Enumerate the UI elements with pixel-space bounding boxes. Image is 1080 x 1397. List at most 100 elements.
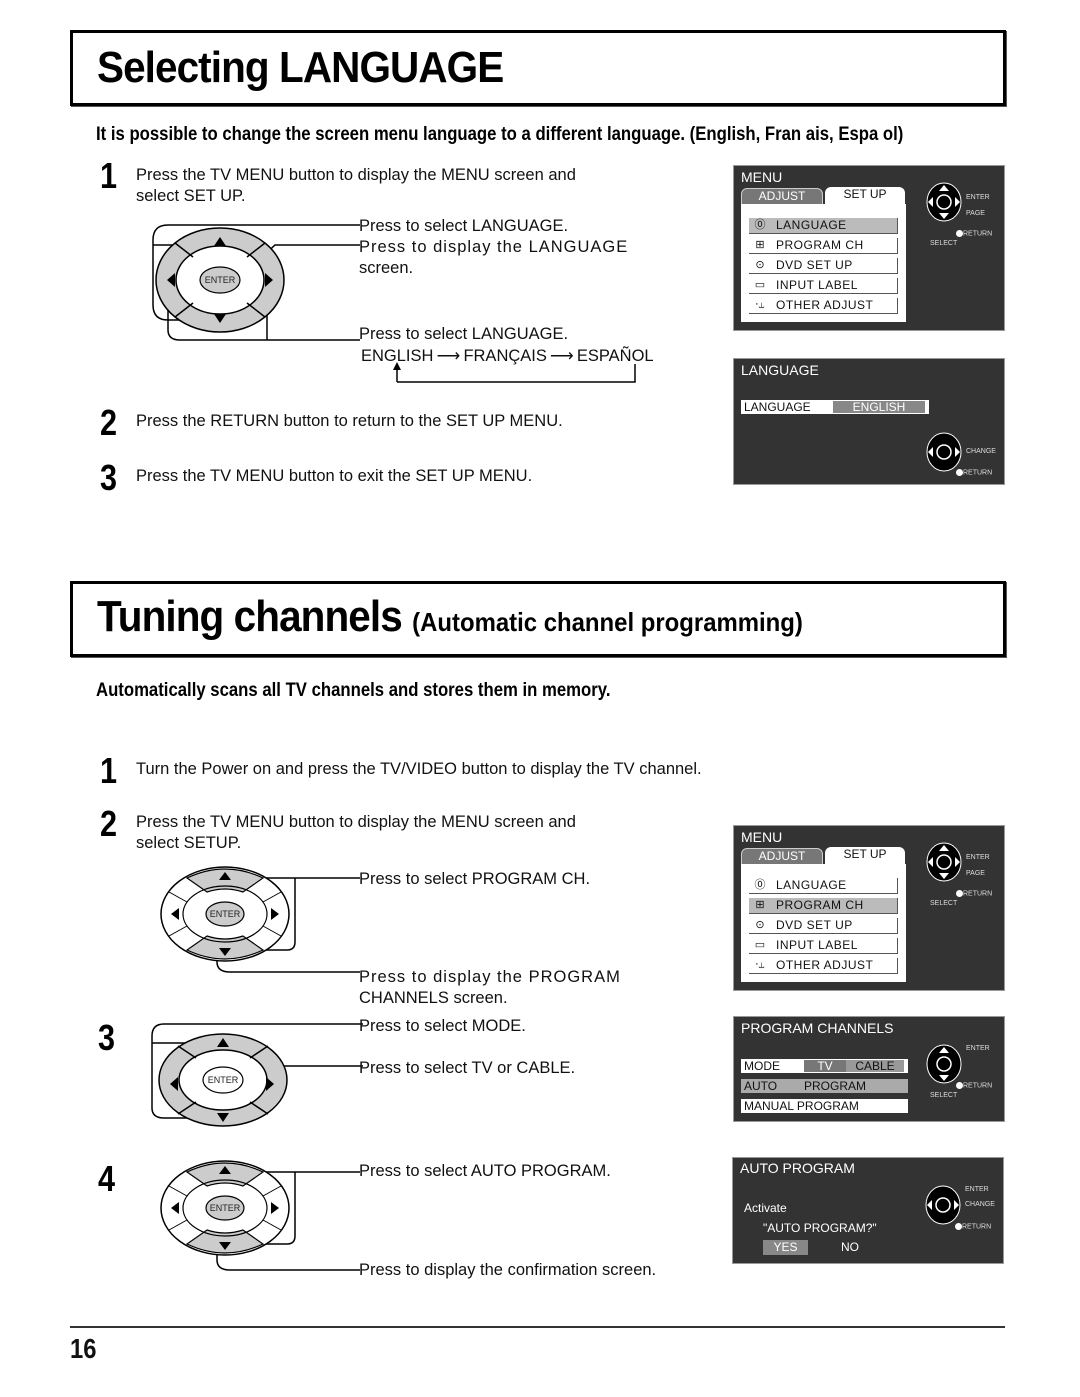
note-select-auto-program: Press to select AUTO PROGRAM. bbox=[359, 1162, 611, 1180]
pad-label-return: RETURN bbox=[956, 1082, 992, 1089]
dpad: ENTER bbox=[158, 1033, 288, 1127]
osd-dpad-icon bbox=[926, 1044, 962, 1084]
remote-control-diagram-step3: ENTER bbox=[148, 1018, 363, 1128]
mode-row[interactable]: MODE TV CABLE bbox=[741, 1059, 908, 1073]
pad-label-return: RETURN bbox=[956, 890, 992, 897]
tab-adjust[interactable]: ADJUST bbox=[741, 188, 823, 205]
dvd-icon: ⊙ bbox=[755, 919, 765, 931]
pad-label-return: RETURN bbox=[956, 469, 992, 476]
menu-item-input-label[interactable]: ▭ INPUT LABEL bbox=[749, 278, 898, 294]
pad-label-select: SELECT bbox=[930, 240, 958, 247]
enter-label: ENTER bbox=[205, 275, 236, 285]
dpad: ENTER bbox=[155, 227, 285, 333]
note-select-language: Press to select LANGUAGE. bbox=[359, 217, 569, 235]
osd-program-channels-header: PROGRAM CHANNELS bbox=[741, 1020, 894, 1036]
yes-button[interactable]: YES bbox=[763, 1240, 808, 1255]
osd-dpad-icon bbox=[925, 1185, 961, 1225]
program-ch-icon: ⊞ bbox=[755, 899, 765, 911]
pad-label-return: RETURN bbox=[955, 1223, 991, 1230]
remote-control-diagram-step4: ENTER bbox=[155, 1156, 360, 1276]
pad-label-enter: ENTER bbox=[965, 1186, 989, 1193]
osd-dpad-icon bbox=[926, 842, 962, 882]
remote-control-diagram-language: ENTER bbox=[145, 215, 360, 350]
osd-language-header: LANGUAGE bbox=[741, 362, 819, 378]
note-display-language-line1: Press to display the LANGUAGE bbox=[359, 238, 629, 256]
pad-label-page: PAGE bbox=[966, 210, 985, 217]
osd-auto-program-screen: AUTO PROGRAM Activate "AUTO PROGRAM?" YE… bbox=[732, 1157, 1004, 1264]
osd-menu-screen-program: MENU ADJUST SET UP ⓪ LANGUAGE ⊞ PROGRAM CH… bbox=[733, 825, 1005, 991]
menu-item-other-adjust[interactable]: ⸱⥿ OTHER ADJUST bbox=[749, 958, 898, 974]
section-title-tuning: Tuning channels (Automatic channel progr… bbox=[97, 592, 803, 642]
menu-item-language[interactable]: ⓪ LANGUAGE bbox=[749, 878, 898, 894]
enter-label: ENTER bbox=[210, 909, 241, 919]
osd-auto-program-header: AUTO PROGRAM bbox=[740, 1160, 855, 1176]
step-1-text-line1: Press the TV MENU button to display the … bbox=[136, 166, 576, 184]
pad-label-return: RETURN bbox=[956, 230, 992, 237]
step-number-4: 4 bbox=[98, 1158, 116, 1199]
remote-control-diagram-step2: ENTER bbox=[155, 862, 360, 977]
menu-item-dvd-set-up[interactable]: ⊙ DVD SET UP bbox=[749, 258, 898, 274]
note-select-program-ch: Press to select PROGRAM CH. bbox=[359, 870, 591, 888]
osd-menu-header: MENU bbox=[741, 169, 783, 185]
step-number-1: 1 bbox=[100, 750, 118, 791]
step-1-text: Press the TV MENU button to display the … bbox=[136, 165, 576, 207]
pad-label-page: PAGE bbox=[966, 870, 985, 877]
menu-item-other-adjust[interactable]: ⸱⥿ OTHER ADJUST bbox=[749, 298, 898, 314]
other-adjust-icon: ⸱⥿ bbox=[755, 959, 765, 971]
language-icon: ⓪ bbox=[754, 219, 766, 231]
section-title-language: Selecting LANGUAGE bbox=[97, 43, 504, 92]
note-display-confirmation: Press to display the confirmation screen… bbox=[359, 1261, 657, 1279]
tuning-step-2-text: Press the TV MENU button to display the … bbox=[136, 813, 576, 852]
osd-program-channels-screen: PROGRAM CHANNELS MODE TV CABLE AUTO PROG… bbox=[733, 1016, 1005, 1122]
cycle-return-arrow bbox=[393, 362, 636, 383]
manual-program-row[interactable]: MANUAL PROGRAM bbox=[741, 1099, 908, 1113]
menu-item-program-ch[interactable]: ⊞ PROGRAM CH bbox=[749, 898, 898, 914]
language-row[interactable]: LANGUAGE ENGLISH bbox=[741, 400, 929, 414]
other-adjust-icon: ⸱⥿ bbox=[755, 299, 765, 311]
step-number-3: 3 bbox=[100, 457, 118, 498]
step-number-1: 1 bbox=[100, 155, 118, 196]
osd-dpad-icon bbox=[926, 182, 962, 222]
note-display-language-line2: screen. bbox=[359, 259, 414, 277]
auto-program-activate-text: Activate bbox=[744, 1201, 787, 1215]
program-ch-icon: ⊞ bbox=[755, 239, 765, 251]
section-title-box-tuning: Tuning channels (Automatic channel progr… bbox=[70, 581, 1006, 657]
tab-set-up[interactable]: SET UP bbox=[825, 847, 905, 864]
menu-panel: ⓪ LANGUAGE ⊞ PROGRAM CH ⊙ DVD SET UP ▭ INPUT… bbox=[741, 204, 906, 322]
page-number: 16 bbox=[70, 1333, 97, 1364]
pad-label-change: CHANGE bbox=[965, 1201, 995, 1208]
menu-item-dvd-set-up[interactable]: ⊙ DVD SET UP bbox=[749, 918, 898, 934]
tuning-intro-text: Automatically scans all TV channels and … bbox=[96, 680, 611, 701]
dpad: ENTER bbox=[160, 866, 290, 962]
enter-label: ENTER bbox=[210, 1203, 241, 1213]
tab-set-up[interactable]: SET UP bbox=[825, 187, 905, 204]
pad-label-select: SELECT bbox=[930, 900, 958, 907]
osd-menu-screen-language: MENU ADJUST SET UP ⓪ LANGUAGE ⊞ PROGRAM CH… bbox=[733, 165, 1005, 331]
note-select-mode: Press to select MODE. bbox=[359, 1017, 526, 1035]
step-3-text: Press the TV MENU button to exit the SET… bbox=[136, 467, 533, 485]
menu-item-language[interactable]: ⓪ LANGUAGE bbox=[749, 218, 898, 234]
step-number-3: 3 bbox=[98, 1017, 116, 1058]
tab-adjust[interactable]: ADJUST bbox=[741, 848, 823, 865]
input-label-icon: ▭ bbox=[754, 279, 766, 291]
mode-option-cable[interactable]: CABLE bbox=[846, 1060, 904, 1072]
language-row-value: ENGLISH bbox=[833, 401, 925, 413]
osd-dpad-icon bbox=[926, 432, 962, 472]
step-number-2: 2 bbox=[100, 402, 118, 443]
mode-option-tv[interactable]: TV bbox=[804, 1060, 846, 1072]
auto-program-question: "AUTO PROGRAM?" bbox=[763, 1221, 877, 1235]
pad-label-enter: ENTER bbox=[966, 194, 990, 201]
auto-program-row[interactable]: AUTO PROGRAM bbox=[741, 1079, 908, 1093]
pad-label-enter: ENTER bbox=[966, 1045, 990, 1052]
step-number-2: 2 bbox=[100, 803, 118, 844]
section-title-tuning-main: Tuning channels bbox=[97, 592, 403, 641]
note-select-tv-cable: Press to select TV or CABLE. bbox=[359, 1059, 576, 1077]
menu-item-program-ch[interactable]: ⊞ PROGRAM CH bbox=[749, 238, 898, 254]
pad-label-change: CHANGE bbox=[966, 448, 996, 455]
no-button[interactable]: NO bbox=[841, 1240, 859, 1255]
menu-item-input-label[interactable]: ▭ INPUT LABEL bbox=[749, 938, 898, 954]
step-2-text: Press the RETURN button to return to the… bbox=[136, 412, 563, 430]
osd-menu-header: MENU bbox=[741, 829, 783, 845]
note-display-program-line1: Press to display the PROGRAM bbox=[359, 968, 621, 986]
tuning-step-1-text: Turn the Power on and press the TV/VIDEO… bbox=[136, 760, 702, 778]
